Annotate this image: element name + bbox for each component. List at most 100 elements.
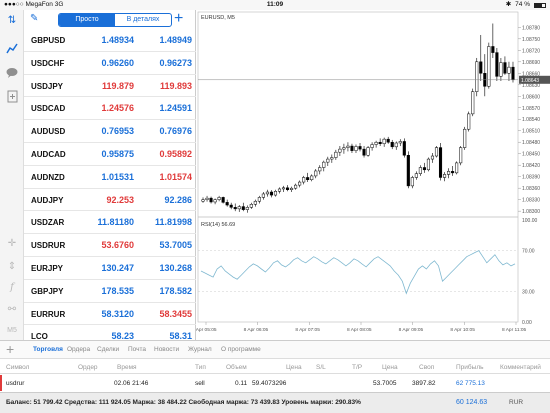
tab-trade[interactable]: Торговля: [33, 346, 63, 353]
candle-body: [286, 187, 290, 190]
plot-frame: [197, 11, 519, 323]
candle-body: [434, 147, 439, 157]
chart-icon[interactable]: [4, 41, 20, 55]
row-price: 59.4073296: [252, 380, 287, 387]
quote-ask[interactable]: 0.76976: [134, 126, 192, 136]
crosshair-icon[interactable]: ✛: [4, 236, 20, 250]
quote-row-usdjpy[interactable]: USDJPY 119.879 119.893: [24, 75, 196, 98]
quote-bid[interactable]: 1.48934: [76, 35, 134, 45]
chart-area[interactable]: 1.08780 1.08750 1.08720 1.08690 1.08660 1.086…: [196, 10, 550, 340]
quote-bid[interactable]: 178.535: [76, 286, 134, 296]
quote-bid[interactable]: 92.253: [76, 195, 134, 205]
quote-symbol: USDCAD: [31, 104, 66, 114]
quote-ask[interactable]: 92.286: [134, 195, 192, 205]
quote-bid[interactable]: 1.24576: [76, 103, 134, 113]
tab-journal[interactable]: Журнал: [188, 346, 212, 353]
candle-body: [330, 157, 334, 160]
col-swap: Своп: [419, 364, 435, 371]
detailed-view-tab[interactable]: В деталях: [115, 14, 171, 26]
candle-body: [475, 61, 479, 92]
quote-ask[interactable]: 130.268: [134, 263, 192, 273]
objects-icon[interactable]: ⚯: [4, 302, 20, 316]
quote-bid[interactable]: 1.01531: [76, 172, 134, 182]
candle-body: [354, 146, 358, 151]
quote-row-gbpusd[interactable]: GBPUSD 1.48934 1.48949: [24, 29, 196, 52]
quote-bid[interactable]: 53.6760: [76, 240, 134, 250]
quote-ask[interactable]: 1.24591: [134, 103, 192, 113]
tab-deals[interactable]: Сделки: [97, 346, 119, 353]
simple-view-tab[interactable]: Просто: [59, 14, 115, 26]
quote-row-audnzd[interactable]: AUDNZD 1.01531 1.01574: [24, 166, 196, 189]
tab-about[interactable]: О программе: [221, 346, 261, 353]
timeframe-icon[interactable]: M5: [4, 323, 20, 337]
candle-body: [438, 147, 443, 178]
candle-body: [491, 46, 495, 53]
candle-body: [447, 171, 451, 175]
quote-symbol: USDZAR: [31, 218, 65, 228]
quote-symbol: EURRUR: [31, 309, 66, 319]
tab-orders[interactable]: Ордера: [67, 346, 90, 353]
candle-body: [430, 155, 435, 160]
price-chart[interactable]: 1.087801.087501.087201.086901.086601.086…: [196, 10, 550, 340]
function-icon[interactable]: f: [4, 280, 20, 294]
col-current-price: Цена: [382, 364, 398, 371]
time-tick-label: 8 Apr 09:05: [399, 327, 424, 333]
quote-row-audjpy[interactable]: AUDJPY 92.253 92.286: [24, 189, 196, 212]
quote-ask[interactable]: 1.01574: [134, 172, 192, 182]
quote-bid[interactable]: 0.96260: [76, 58, 134, 68]
quote-ask[interactable]: 1.48949: [134, 35, 192, 45]
quote-row-eurjpy[interactable]: EURJPY 130.247 130.268: [24, 257, 196, 280]
quote-symbol: EURJPY: [31, 264, 64, 273]
row-volume: 0.11: [235, 380, 248, 387]
quote-symbol: GBPJPY: [31, 286, 64, 296]
quote-ask[interactable]: 11.81998: [134, 217, 192, 227]
quote-row-audusd[interactable]: AUDUSD 0.76953 0.76976: [24, 120, 196, 143]
quote-row-audcad[interactable]: AUDCAD 0.95875 0.95892: [24, 143, 196, 166]
candle-body: [358, 146, 362, 150]
quotes-icon[interactable]: ⇅: [4, 13, 20, 27]
account-currency: RUR: [509, 399, 524, 406]
quote-row-usdcad[interactable]: USDCAD 1.24576 1.24591: [24, 97, 196, 121]
quote-ask[interactable]: 0.96273: [134, 58, 192, 68]
add-symbol-icon[interactable]: +: [174, 10, 183, 28]
quote-bid[interactable]: 11.81180: [76, 217, 134, 227]
status-bar: ●●●○○ MegaFon 3G 11:09 ✱ 74 %: [0, 0, 550, 10]
chat-icon[interactable]: [4, 65, 20, 79]
row-swap: 3897.82: [412, 380, 436, 387]
col-symbol: Символ: [6, 364, 30, 371]
quote-ask[interactable]: 53.7005: [134, 240, 192, 250]
edit-icon[interactable]: ✎: [30, 13, 38, 24]
quote-row-usdzar[interactable]: USDZAR 11.81180 11.81998: [24, 211, 196, 235]
indicators-icon[interactable]: ⇕: [4, 259, 20, 273]
quote-bid[interactable]: 0.76953: [76, 126, 134, 136]
quote-row-gbpjpy[interactable]: GBPJPY 178.535 178.582: [24, 280, 196, 303]
candle-body: [390, 141, 394, 148]
price-tick-label: 1.08780: [522, 25, 540, 31]
candle-body: [265, 191, 269, 195]
quote-ask[interactable]: 58.3455: [134, 309, 192, 319]
table-row[interactable]: usdrur 02.06 21:46 sell 0.11 59.4073296 …: [0, 374, 550, 392]
quote-ask[interactable]: 178.582: [134, 286, 192, 296]
quote-bid[interactable]: 119.879: [76, 81, 134, 91]
quote-row-usdchf[interactable]: USDCHF 0.96260 0.96273: [24, 52, 196, 75]
new-document-icon[interactable]: [4, 89, 20, 103]
tab-mail[interactable]: Почта: [128, 346, 146, 353]
price-tick-label: 1.08330: [522, 198, 540, 204]
quote-bid[interactable]: 130.247: [76, 263, 134, 273]
tab-news[interactable]: Новости: [154, 346, 179, 353]
quote-ask[interactable]: 0.95892: [134, 149, 192, 159]
time-tick-label: 8 Apr 11:05: [502, 327, 527, 333]
clock: 11:09: [266, 1, 284, 8]
time-tick-label: 8 Apr 10:05: [450, 327, 475, 333]
quote-row-eurrur[interactable]: EURRUR 58.3120 58.3455: [24, 303, 196, 326]
quote-ask[interactable]: 119.893: [134, 81, 192, 91]
candle-body: [253, 200, 257, 205]
total-profit: 60 124.63: [456, 399, 488, 406]
quote-bid[interactable]: 58.3120: [76, 309, 134, 319]
add-panel-icon[interactable]: +: [6, 341, 14, 357]
quote-symbol: USDRUR: [31, 241, 66, 251]
candle-body: [298, 181, 302, 186]
quote-row-usdrur[interactable]: USDRUR 53.6760 53.7005: [24, 234, 196, 257]
quote-bid[interactable]: 0.95875: [76, 149, 134, 159]
price-tick-label: 1.08570: [522, 106, 540, 112]
